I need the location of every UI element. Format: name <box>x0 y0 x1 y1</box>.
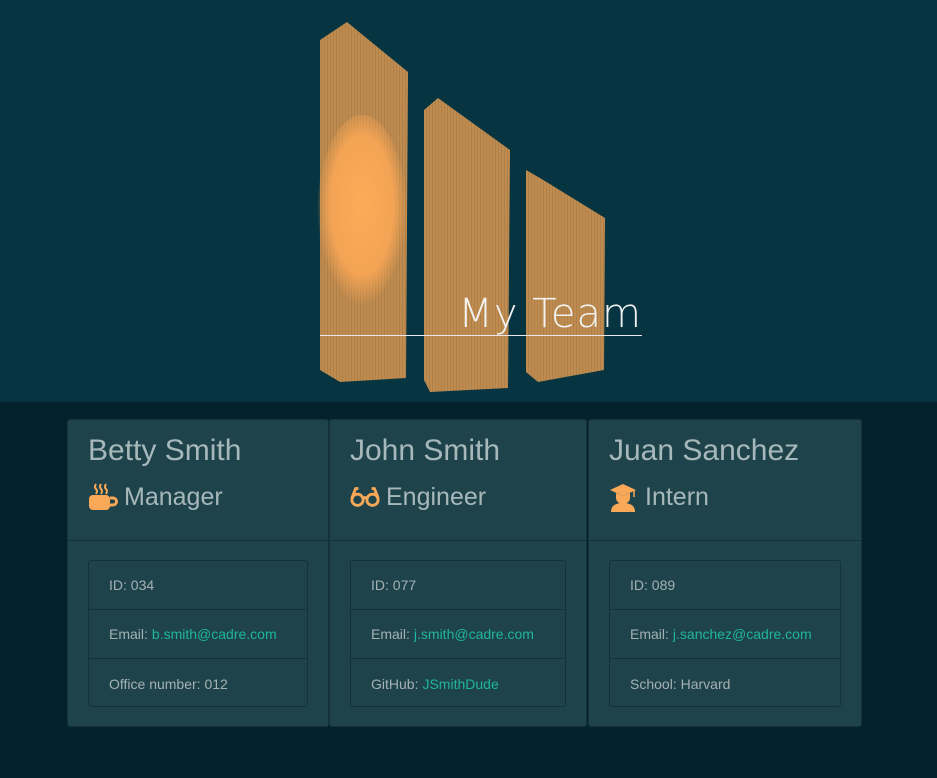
employee-role: Intern <box>609 480 709 514</box>
employee-card-engineer: John Smith Engineer ID: 077 Email: j.smi… <box>329 419 587 727</box>
school-label: School: <box>630 675 677 692</box>
email-label: Email: <box>371 626 410 642</box>
email-link[interactable]: j.smith@cadre.com <box>414 626 534 642</box>
id-value: 089 <box>651 577 676 593</box>
github-link[interactable]: JSmithDude <box>422 676 498 692</box>
role-label: Engineer <box>386 482 487 511</box>
email-link[interactable]: j.sanchez@cadre.com <box>673 626 812 642</box>
office-number-value: 012 <box>204 675 228 692</box>
id-row: ID: 034 <box>89 561 307 610</box>
card-header: Juan Sanchez Intern <box>589 420 861 541</box>
details-list: ID: 077 Email: j.smith@cadre.com GitHub:… <box>350 560 566 707</box>
glasses-icon <box>350 482 380 512</box>
id-label: ID: <box>371 577 389 593</box>
id-row: ID: 089 <box>610 561 840 610</box>
employee-card-intern: Juan Sanchez Intern ID: 089 Email: j.san… <box>588 419 862 727</box>
card-header: John Smith Engineer <box>330 420 586 541</box>
employee-name: Juan Sanchez <box>609 434 800 467</box>
card-header: Betty Smith Manager <box>68 420 328 541</box>
employee-card-manager: Betty Smith Manager ID: 034 Email: b.smi… <box>67 419 329 727</box>
id-value: 077 <box>392 577 417 593</box>
details-list: ID: 089 Email: j.sanchez@cadre.com Schoo… <box>609 560 841 707</box>
employee-role: Engineer <box>350 480 486 514</box>
github-label: GitHub: <box>371 675 419 692</box>
office-number-label: Office number: <box>109 675 201 692</box>
employee-name: Betty Smith <box>88 434 242 467</box>
employee-role: Manager <box>88 480 223 514</box>
email-row: Email: j.smith@cadre.com <box>351 610 565 659</box>
employee-name: John Smith <box>350 434 501 467</box>
page-title: My Team <box>458 291 642 337</box>
email-label: Email: <box>630 626 669 642</box>
coffee-mug-icon <box>88 482 118 512</box>
hero-banner: My Team <box>0 0 937 402</box>
graduate-icon <box>609 482 639 512</box>
title-underline <box>320 335 642 336</box>
role-label: Intern <box>645 482 709 511</box>
github-row: GitHub: JSmithDude <box>351 659 565 708</box>
school-row: School: Harvard <box>610 659 840 708</box>
email-label: Email: <box>109 626 148 642</box>
id-row: ID: 077 <box>351 561 565 610</box>
id-value: 034 <box>130 577 155 593</box>
office-number-row: Office number: 012 <box>89 659 307 708</box>
school-value: Harvard <box>680 675 731 692</box>
email-row: Email: b.smith@cadre.com <box>89 610 307 659</box>
email-link[interactable]: b.smith@cadre.com <box>152 626 277 642</box>
id-label: ID: <box>109 577 127 593</box>
logo-bars-icon <box>317 22 605 392</box>
role-label: Manager <box>124 482 223 511</box>
team-cards: Betty Smith Manager ID: 034 Email: b.smi… <box>67 419 862 727</box>
details-list: ID: 034 Email: b.smith@cadre.com Office … <box>88 560 308 707</box>
id-label: ID: <box>630 577 648 593</box>
email-row: Email: j.sanchez@cadre.com <box>610 610 840 659</box>
